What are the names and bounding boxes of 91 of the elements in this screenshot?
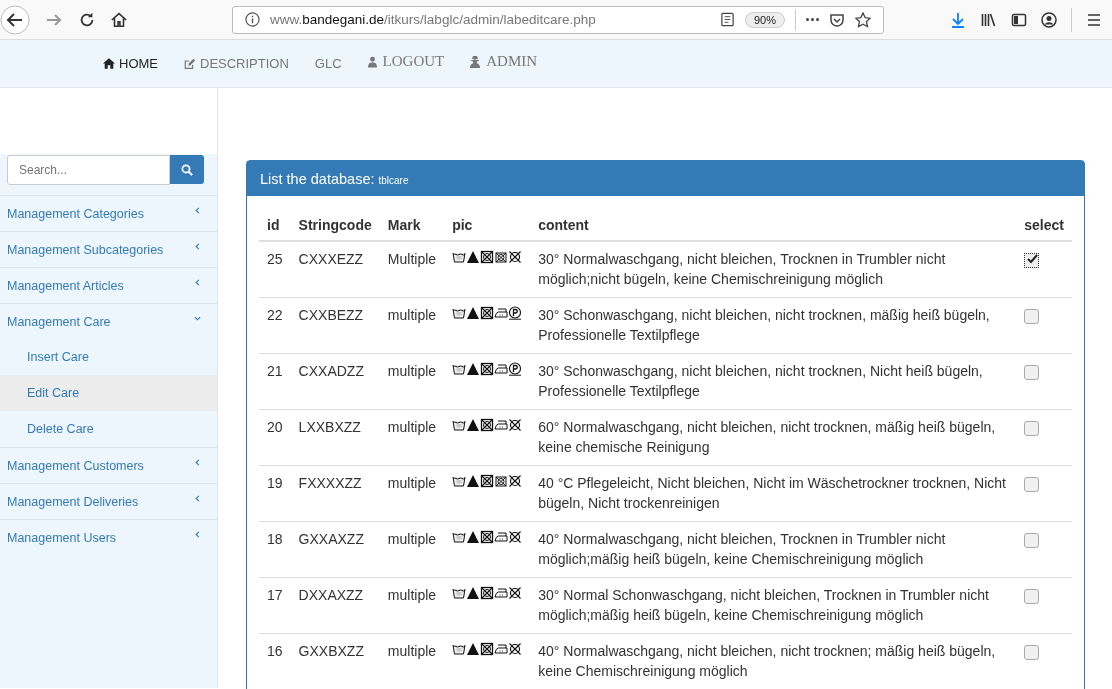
edit-icon — [184, 57, 196, 70]
sidebar-item[interactable]: Management Categories — [0, 196, 217, 231]
table-cell: 16 — [267, 643, 283, 659]
select-checkbox[interactable] — [1024, 532, 1040, 548]
table-cell: multiple — [387, 419, 437, 435]
select-checkbox[interactable] — [1024, 252, 1040, 268]
sidebar-item[interactable]: Management Articles — [0, 268, 217, 303]
table-cell: 40° Normalwaschgang, nicht bleichen, Trocknen in Trumbler nicht möglich;mäßig heiß bügeln, keine Chemischreinigung möglich — [538, 531, 946, 567]
table-cell: DXXAXZZ — [298, 587, 364, 603]
table-cell: 25 — [267, 251, 283, 267]
sidebar-subitem[interactable]: Delete Care — [0, 411, 217, 447]
sidebar-item[interactable]: Management Customers — [0, 448, 217, 483]
star-icon[interactable] — [855, 11, 871, 28]
search-field[interactable]: Search... — [7, 155, 170, 185]
column-header: pic — [444, 208, 531, 241]
chevron-left-icon — [194, 531, 201, 538]
column-header: id — [259, 208, 291, 241]
table-cell: 18 — [267, 531, 283, 547]
table-cell: 40 °C Pflegeleicht, Nicht bleichen, Nicht im Wäschetrockner trocknen, Nicht bügeln, Nicht trockenreinigen — [538, 475, 1006, 511]
select-checkbox[interactable] — [1024, 308, 1040, 324]
nav-link[interactable]: DESCRIPTION — [184, 56, 289, 71]
table-cell: 20 — [267, 419, 283, 435]
panel-title: List the database: — [260, 170, 375, 187]
search-button[interactable] — [170, 155, 204, 184]
table-cell: multiple — [387, 475, 437, 491]
table-cell: multiple — [387, 531, 437, 547]
table-cell: GXXAXZZ — [298, 531, 364, 547]
sidebar-item[interactable]: Management Users — [0, 520, 217, 555]
library-icon[interactable] — [980, 11, 997, 28]
table-cell: 40° Normalwaschgang, nicht bleichen, nicht trocknen; mäßig heiß bügeln, keine Chemischreinigung möglich — [538, 643, 996, 679]
download-icon[interactable] — [950, 11, 966, 28]
user-secret-icon — [470, 55, 481, 68]
select-checkbox[interactable] — [1024, 364, 1040, 380]
column-header: content — [530, 208, 1017, 241]
home-icon[interactable] — [110, 10, 128, 29]
table-cell: FXXXXZZ — [298, 475, 362, 491]
sidebar-icon[interactable] — [1011, 11, 1027, 28]
nav-link[interactable]: LOGOUT — [367, 53, 445, 70]
table-cell: CXXADZZ — [298, 363, 364, 379]
table-cell: GXXBXZZ — [298, 643, 364, 659]
table-cell: Multiple — [387, 251, 437, 267]
nav-link[interactable]: HOME — [103, 56, 158, 71]
table-cell: 30° Schonwaschgang, nicht bleichen, nicht trocknen, Nicht heiß bügeln, Professionelle Textilpflege — [538, 363, 983, 399]
account-icon[interactable] — [1041, 11, 1057, 28]
table-cell: multiple — [387, 643, 437, 659]
address-bar[interactable]: www.bandegani.de/itkurs/labglc/admin/labeditcare.php 90% — [232, 5, 884, 34]
table-cell: CXXBEZZ — [298, 307, 364, 323]
sidebar-subitem[interactable]: Insert Care — [0, 339, 217, 375]
sidebar-item[interactable]: Management Subcategories — [0, 232, 217, 267]
table-cell: 30° Normalwaschgang, nicht bleichen, Trocknen in Trumbler nicht möglich;nicht bügeln, keine Chemischreinigung möglich — [538, 251, 946, 287]
sidebar-item[interactable]: Management Care — [0, 304, 217, 339]
column-header: select — [1016, 208, 1072, 241]
table-cell: multiple — [387, 307, 437, 323]
table-cell: 60° Normalwaschgang, nicht bleichen, nicht trocknen, mäßig heiß bügeln, keine chemische Reinigung — [538, 419, 996, 455]
select-checkbox[interactable] — [1024, 588, 1040, 604]
column-header: Stringcode — [290, 208, 380, 241]
chevron-left-icon — [194, 207, 201, 214]
chevron-left-icon — [194, 243, 201, 250]
table-cell: 19 — [267, 475, 283, 491]
chevron-down-icon — [194, 315, 201, 322]
table-name: tblcare — [378, 174, 409, 186]
home-icon — [103, 58, 115, 69]
table-cell: multiple — [387, 363, 437, 379]
info-icon[interactable] — [245, 12, 260, 27]
chevron-left-icon — [194, 279, 201, 286]
table-cell: 17 — [267, 587, 283, 603]
sidebar-item[interactable]: Management Deliveries — [0, 484, 217, 519]
zoom-level[interactable]: 90% — [744, 11, 785, 28]
back-icon[interactable] — [0, 4, 30, 35]
table-cell: multiple — [387, 587, 437, 603]
chevron-left-icon — [194, 459, 201, 466]
table-cell: CXXXEZZ — [298, 251, 364, 267]
url-text: www.bandegani.de/itkurs/labglc/admin/labeditcare.php — [270, 12, 596, 27]
nav-link[interactable]: GLC — [314, 56, 342, 71]
select-checkbox[interactable] — [1024, 420, 1040, 436]
menu-icon[interactable] — [1086, 11, 1102, 28]
table-cell: 30° Schonwaschgang, nicht bleichen, nicht trocknen, mäßig heiß bügeln, Professionelle Textilpflege — [538, 307, 990, 343]
table-cell: 30° Normal Schonwaschgang, nicht bleichen, Trocknen in Trumbler nicht möglich;mäßig heiß bügeln, keine Chemischreinigung möglich — [538, 587, 989, 623]
table-cell: 22 — [267, 307, 283, 323]
sidebar-subitem[interactable]: Edit Care — [0, 375, 217, 411]
chevron-left-icon — [194, 495, 201, 502]
select-checkbox[interactable] — [1024, 476, 1040, 492]
user-icon — [367, 55, 377, 68]
table-cell: LXXBXZZ — [298, 419, 361, 435]
reader-view-icon[interactable] — [719, 12, 735, 27]
column-header: Mark — [379, 208, 445, 241]
select-checkbox[interactable] — [1024, 644, 1040, 660]
pocket-icon[interactable] — [829, 11, 845, 28]
nav-link[interactable]: ADMIN — [470, 53, 538, 70]
table-cell: 21 — [267, 363, 283, 379]
search-icon — [181, 163, 193, 176]
